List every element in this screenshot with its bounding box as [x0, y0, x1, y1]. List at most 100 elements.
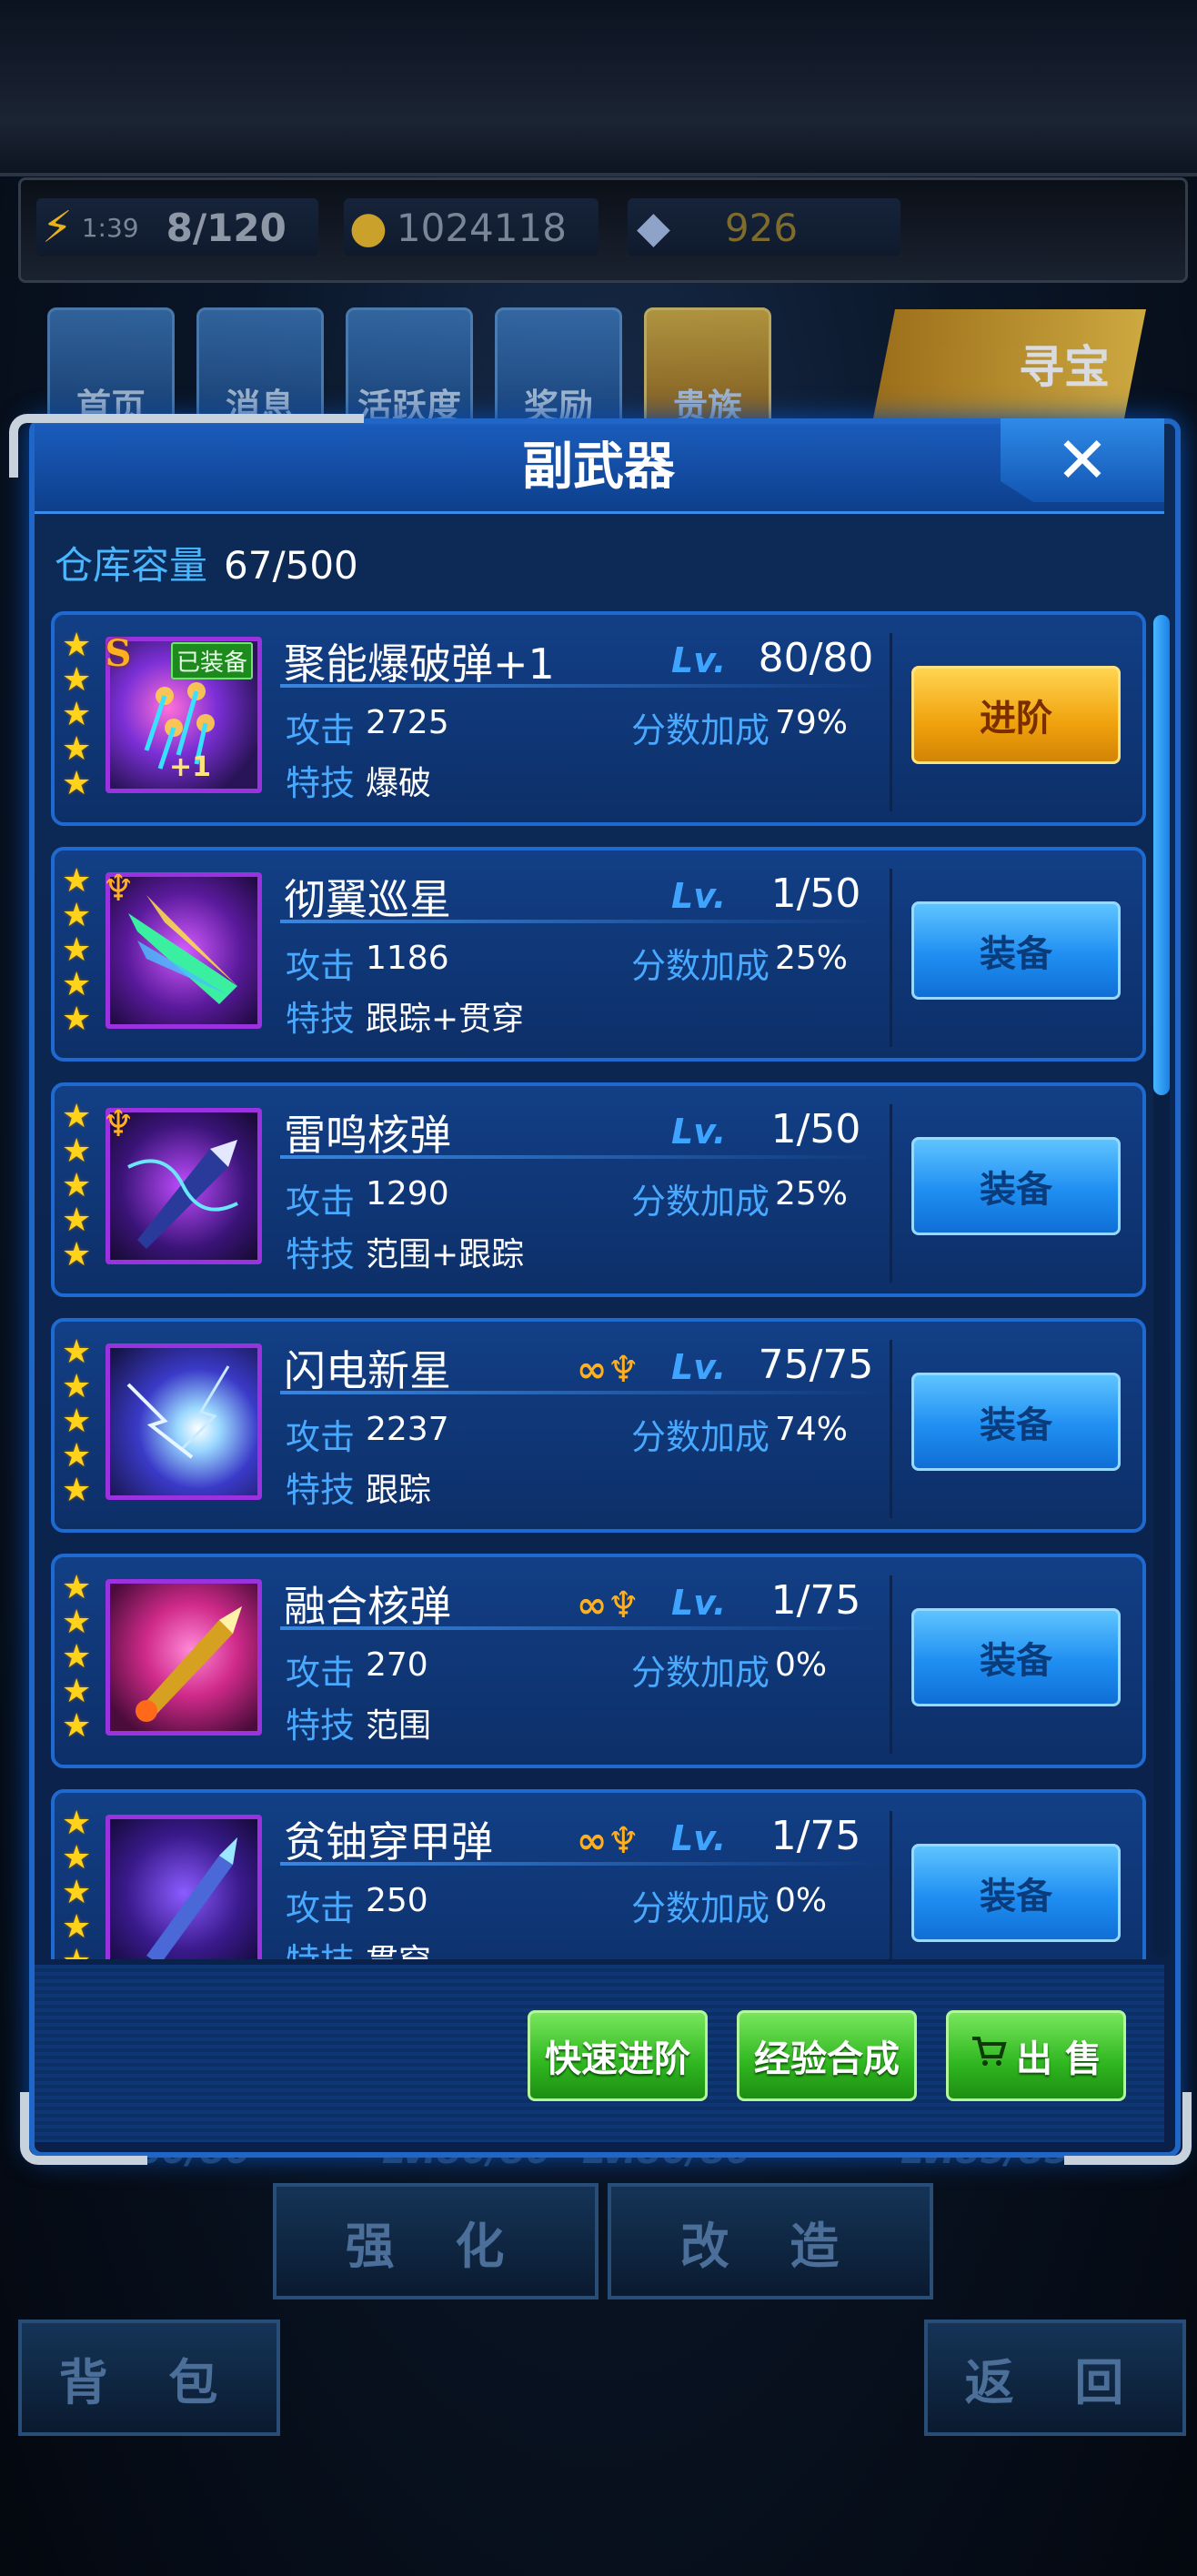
score-bonus-label: 分数加成	[631, 710, 770, 750]
weapon-card[interactable]: ★ ★ ★ ★ ★ ♆ 雷鸣核弹 Lv. 1/50 攻击 1290 分数加成 2…	[51, 1082, 1146, 1297]
modify-button[interactable]: 改 造	[608, 2183, 933, 2299]
skill-value: 跟踪	[366, 1472, 432, 1509]
card-divider	[890, 1575, 892, 1754]
backpack-label: 背 包	[58, 2353, 240, 2411]
weapon-level: 1/75	[770, 1577, 861, 1624]
lightning-nova-icon	[126, 1365, 230, 1459]
star-icon: ★	[62, 627, 92, 664]
star-icon: ★	[62, 1333, 92, 1371]
modify-label: 改 造	[679, 2217, 861, 2275]
attack-label: 攻击	[286, 710, 356, 750]
weapon-name: 贫铀穿甲弹	[284, 1817, 493, 1867]
level-label: Lv.	[671, 1818, 727, 1858]
capacity-value: 67/500	[224, 543, 358, 588]
treasure-hunt-button[interactable]: 寻宝	[873, 309, 1146, 418]
quick-advance-button[interactable]: 快速进阶	[528, 2010, 708, 2101]
wing-rank-icon: ♆	[102, 868, 135, 910]
linked-wing-icon: ∞♆	[577, 1349, 640, 1391]
star-icon: ★	[62, 1132, 92, 1170]
upgrade-plus-label: +1	[169, 751, 212, 783]
energy-resource[interactable]: ⚡ 1:39 8/120	[36, 198, 318, 257]
cart-icon	[971, 2035, 1007, 2077]
weapon-image[interactable]	[106, 1579, 262, 1736]
weapon-card[interactable]: ★ ★ ★ ★ ★ 贫铀穿甲弹 ∞♆ Lv. 1/75 攻击 250 分数加成 …	[51, 1789, 1146, 1959]
star-icon: ★	[62, 1236, 92, 1273]
weapon-image[interactable]	[106, 1815, 262, 1959]
weapon-name: 聚能爆破弹+1	[284, 639, 555, 689]
weapon-card[interactable]: ★ ★ ★ ★ ★ 融合核弹 ∞♆ Lv. 1/75 攻击 270 分数加成 0…	[51, 1554, 1146, 1768]
star-icon: ★	[62, 1946, 95, 1960]
star-icon: ★	[62, 1604, 92, 1641]
coin-icon: ●	[349, 202, 387, 253]
equip-button[interactable]: 装备	[911, 1137, 1121, 1235]
weapon-name: 闪电新星	[284, 1346, 451, 1395]
star-icon: ★	[62, 897, 92, 934]
level-label: Lv.	[671, 876, 727, 916]
score-bonus-value: 0%	[775, 1646, 828, 1684]
attack-label: 攻击	[286, 1653, 356, 1693]
wing-rank-icon: ♆	[102, 1103, 135, 1145]
score-bonus-label: 分数加成	[631, 1653, 770, 1693]
back-button[interactable]: 返 回	[924, 2319, 1186, 2436]
sell-button[interactable]: 出 售	[946, 2010, 1126, 2101]
card-divider	[890, 1104, 892, 1283]
star-icon: ★	[62, 1202, 92, 1239]
weapon-level: 1/75	[770, 1813, 861, 1859]
back-label: 返 回	[964, 2353, 1146, 2411]
score-bonus-value: 0%	[775, 1882, 828, 1919]
nav-tab-nobility[interactable]: 贵族	[644, 307, 771, 431]
top-frame	[0, 0, 1197, 176]
linked-wing-icon: ∞♆	[577, 1585, 640, 1626]
scrollbar-thumb[interactable]	[1153, 615, 1170, 1095]
nav-tab-activity[interactable]: 活跃度	[346, 307, 473, 431]
star-icon: ★	[62, 1403, 92, 1440]
name-underline	[280, 1155, 880, 1159]
equip-button[interactable]: 装备	[911, 901, 1121, 1000]
skill-label: 特技	[286, 1470, 356, 1510]
energy-count: 8/120	[166, 205, 287, 250]
level-label: Lv.	[671, 1583, 727, 1623]
star-rating: ★ ★ ★ ★ ★	[62, 1807, 95, 1960]
skill-label: 特技	[286, 1234, 356, 1274]
nav-tab-home[interactable]: 首页	[47, 307, 175, 431]
skill-value: 范围+跟踪	[366, 1236, 525, 1273]
capacity-label: 仓库容量	[55, 543, 208, 588]
energy-timer: 1:39	[81, 212, 139, 243]
nav-tab-rewards[interactable]: 奖励	[495, 307, 622, 431]
star-icon: ★	[62, 966, 92, 1003]
strengthen-button[interactable]: 强 化	[273, 2183, 598, 2299]
star-icon: ★	[62, 1437, 92, 1474]
skill-value: 贯穿	[366, 1935, 431, 1959]
close-button[interactable]: ✕	[1001, 418, 1164, 502]
attack-value: 2237	[366, 1411, 449, 1448]
skill-label: 特技	[286, 1933, 355, 1959]
equip-button[interactable]: 装备	[911, 1373, 1121, 1471]
exp-merge-button[interactable]: 经验合成	[737, 2010, 917, 2101]
star-icon: ★	[62, 661, 92, 699]
score-bonus-label: 分数加成	[631, 946, 770, 986]
lightning-icon: ⚡	[42, 202, 73, 253]
skill-label: 特技	[286, 763, 356, 803]
advance-button[interactable]: 进阶	[911, 666, 1121, 764]
s-rank-badge: S	[105, 631, 132, 675]
weapon-list[interactable]: ★ ★ ★ ★ ★ S 已装备 +1 聚能爆破弹+1 Lv. 80/80 攻击 …	[51, 611, 1148, 1959]
star-icon: ★	[62, 931, 92, 969]
coin-resource[interactable]: ● 1024118	[344, 198, 598, 257]
card-divider	[890, 1811, 892, 1959]
armor-piercing-missile-icon	[146, 1837, 237, 1959]
equipped-badge: 已装备	[171, 642, 254, 679]
gem-resource[interactable]: ◆ 926	[628, 198, 900, 257]
star-icon: ★	[62, 862, 92, 900]
backpack-button[interactable]: 背 包	[18, 2319, 280, 2436]
star-icon: ★	[62, 1707, 92, 1745]
strengthen-label: 强 化	[345, 2217, 527, 2275]
equip-button[interactable]: 装备	[911, 1844, 1121, 1942]
equip-button[interactable]: 装备	[911, 1608, 1121, 1706]
weapon-card[interactable]: ★ ★ ★ ★ ★ 闪电新星 ∞♆ Lv. 75/75 攻击 2237 分数加成…	[51, 1318, 1146, 1533]
score-bonus-value: 25%	[775, 940, 849, 977]
nav-tab-messages[interactable]: 消息	[196, 307, 324, 431]
score-bonus-value: 74%	[775, 1411, 849, 1448]
weapon-card[interactable]: ★ ★ ★ ★ ★ ♆ 彻翼巡星 Lv. 1/50 攻击 1186 分数加成 2…	[51, 847, 1146, 1062]
weapon-image[interactable]	[106, 1343, 262, 1500]
weapon-card[interactable]: ★ ★ ★ ★ ★ S 已装备 +1 聚能爆破弹+1 Lv. 80/80 攻击 …	[51, 611, 1146, 826]
